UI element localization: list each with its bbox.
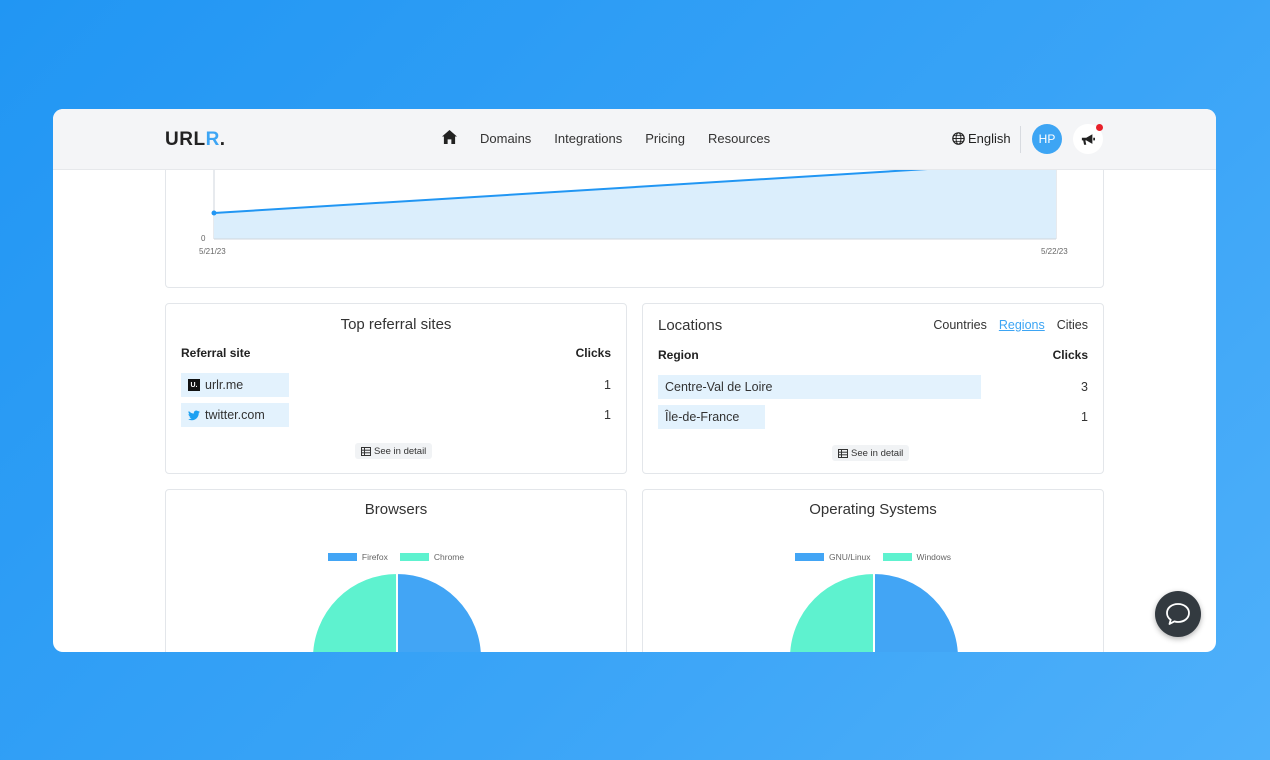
table-row[interactable]: Île-de-France <box>665 410 739 424</box>
table-icon <box>361 446 371 456</box>
pie-slice <box>396 571 483 652</box>
referral-site-column-header: Referral site <box>181 346 251 360</box>
tab-countries[interactable]: Countries <box>933 318 987 332</box>
table-row[interactable]: twitter.com <box>188 408 265 422</box>
user-avatar[interactable]: HP <box>1032 124 1062 154</box>
language-selector[interactable]: English <box>952 131 1011 146</box>
data-point <box>211 210 217 216</box>
referral-clicks: 1 <box>604 378 611 392</box>
nav-link-domains[interactable]: Domains <box>480 131 531 146</box>
twitter-icon <box>188 409 200 420</box>
clicks-column-header: Clicks <box>575 346 611 360</box>
locations-title: Locations <box>658 317 723 334</box>
y-tick-label: 0 <box>201 234 206 243</box>
see-in-detail-button[interactable]: See in detail <box>355 443 433 459</box>
referrals-title: Top referral sites <box>340 316 452 333</box>
referral-site-name: twitter.com <box>205 408 265 422</box>
browsers-pie-chart <box>311 571 483 652</box>
clicks-column-header: Clicks <box>1052 348 1088 362</box>
table-row[interactable]: U. urlr.me <box>188 378 243 392</box>
notification-dot <box>1096 124 1103 131</box>
region-clicks: 1 <box>1081 410 1088 424</box>
x-tick-label: 5/22/23 <box>1041 247 1068 256</box>
area-fill <box>214 161 1056 239</box>
pie-slice <box>873 571 960 652</box>
nav-link-integrations[interactable]: Integrations <box>554 131 622 146</box>
see-in-detail-button[interactable]: See in detail <box>832 445 910 461</box>
see-in-detail-label: See in detail <box>374 445 427 457</box>
urlr-logo-icon: U. <box>188 379 200 391</box>
top-referrals-card: Top referral sites Referral site Clicks … <box>165 303 627 474</box>
chat-button[interactable] <box>1155 591 1201 637</box>
tab-regions[interactable]: Regions <box>999 318 1045 332</box>
language-label: English <box>968 131 1011 146</box>
operating-systems-card: Operating Systems GNU/Linux Windows <box>642 489 1104 652</box>
tab-cities[interactable]: Cities <box>1057 318 1088 332</box>
logo-main: URL <box>165 129 206 150</box>
locations-card: Locations Countries Regions Cities Regio… <box>642 303 1104 474</box>
os-pie-chart <box>788 571 960 652</box>
region-clicks: 3 <box>1081 380 1088 394</box>
table-icon <box>838 448 848 458</box>
main-nav: Domains Integrations Pricing Resources <box>442 130 793 146</box>
x-tick-label: 5/21/23 <box>199 247 226 256</box>
globe-icon <box>952 132 965 145</box>
browsers-card: Browsers Firefox Chrome <box>165 489 627 652</box>
pie-slice <box>311 571 398 652</box>
top-navbar: URLR. Domains Integrations Pricing Resou… <box>53 109 1216 170</box>
region-column-header: Region <box>658 348 699 362</box>
home-icon[interactable] <box>442 130 458 146</box>
app-window: URLR. Domains Integrations Pricing Resou… <box>53 109 1216 652</box>
table-row[interactable]: Centre-Val de Loire <box>665 380 772 394</box>
referral-clicks: 1 <box>604 408 611 422</box>
urlr-logo[interactable]: URLR. <box>165 129 226 151</box>
logo-accent: R <box>205 129 220 150</box>
megaphone-icon <box>1081 133 1095 145</box>
nav-link-resources[interactable]: Resources <box>708 131 770 146</box>
referral-site-name: urlr.me <box>205 378 244 392</box>
locations-tabs: Countries Regions Cities <box>921 318 1088 332</box>
logo-dot: . <box>219 129 226 150</box>
announcements-button[interactable] <box>1073 124 1103 154</box>
navbar-divider <box>1020 126 1021 153</box>
nav-link-pricing[interactable]: Pricing <box>645 131 685 146</box>
pie-slice <box>788 571 875 652</box>
chat-icon <box>1166 603 1190 625</box>
see-in-detail-label: See in detail <box>851 447 904 459</box>
